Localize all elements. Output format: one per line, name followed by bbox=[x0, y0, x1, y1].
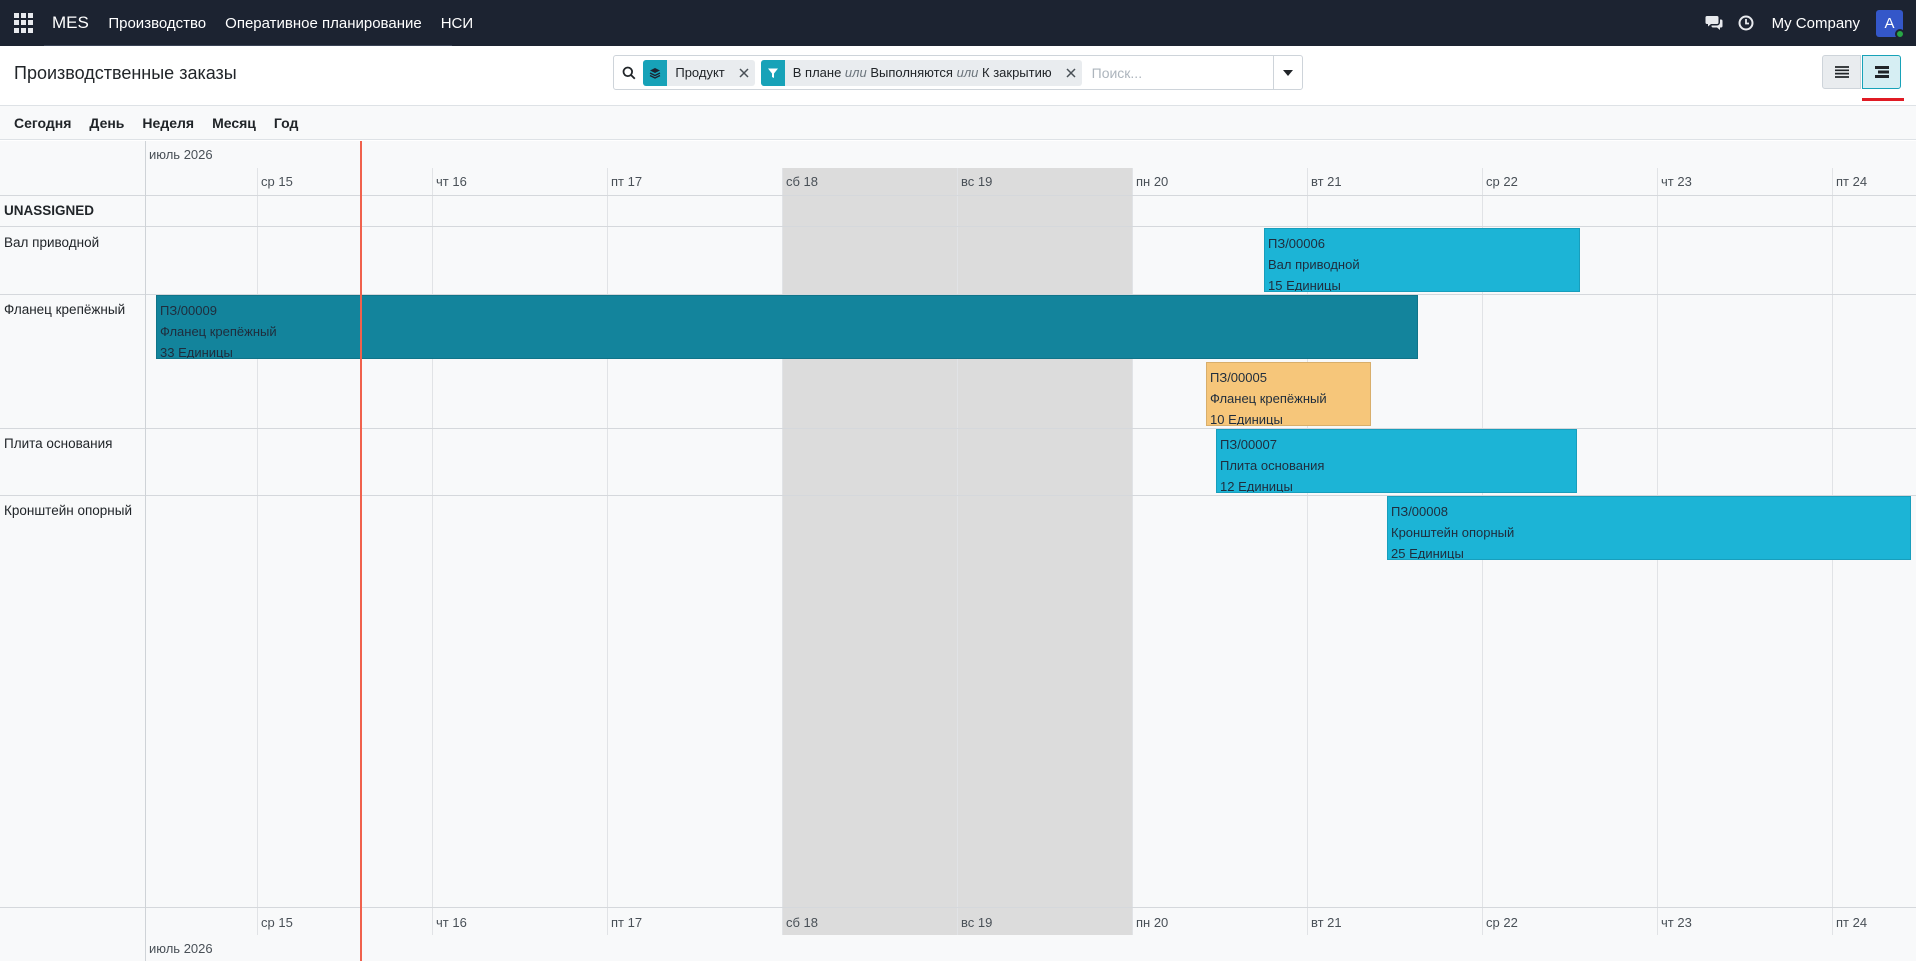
caret-down-icon bbox=[1282, 69, 1293, 76]
day-header: вт 21 bbox=[1311, 174, 1342, 189]
scale-year-button[interactable]: Год bbox=[265, 115, 308, 131]
day-footer: пн 20 bbox=[1136, 915, 1169, 930]
row-label-kronshteyn: Кронштейн опорный bbox=[4, 503, 132, 518]
row-gridline bbox=[0, 907, 1916, 908]
page-title: Производственные заказы bbox=[14, 63, 237, 83]
pill-qty: 33 Единицы bbox=[160, 345, 233, 359]
pill-ref: ПЗ/00006 bbox=[1268, 236, 1325, 251]
pill-ref: ПЗ/00005 bbox=[1210, 370, 1267, 385]
list-view-button[interactable] bbox=[1822, 55, 1861, 89]
menu-item-production[interactable]: Производство bbox=[99, 15, 216, 32]
main-menu: Производство Оперативное планирование НС… bbox=[99, 15, 483, 32]
pill-ref: ПЗ/00008 bbox=[1391, 504, 1448, 519]
day-footer: чт 23 bbox=[1661, 915, 1692, 930]
gantt-scale-bar: Сегодня День Неделя Месяц Год bbox=[0, 106, 1916, 140]
day-header: пт 17 bbox=[611, 174, 643, 189]
day-gridline bbox=[607, 168, 608, 935]
gantt-pill[interactable]: ПЗ/00009 Фланец крепёжный 33 Единицы bbox=[156, 295, 1418, 359]
gantt-pill[interactable]: ПЗ/00005 Фланец крепёжный 10 Единицы bbox=[1206, 362, 1371, 426]
today-marker-line bbox=[360, 141, 362, 961]
search-input[interactable] bbox=[1087, 57, 1273, 88]
day-footer: вс 19 bbox=[961, 915, 993, 930]
scale-today-button[interactable]: Сегодня bbox=[5, 115, 80, 131]
layers-icon bbox=[643, 59, 668, 86]
menu-item-master-data[interactable]: НСИ bbox=[431, 15, 482, 32]
day-header: сб 18 bbox=[786, 174, 819, 189]
month-label-top: июль 2026 bbox=[149, 147, 213, 162]
apps-menu-icon[interactable] bbox=[14, 13, 34, 33]
day-footer: ср 22 bbox=[1486, 915, 1518, 930]
facet-filter-status: В плане или Выполняются или К закрытию bbox=[760, 59, 1082, 86]
list-icon bbox=[1834, 66, 1849, 78]
row-label-unassigned: UNASSIGNED bbox=[4, 203, 95, 218]
online-status-icon bbox=[1895, 28, 1905, 39]
gantt-pill[interactable]: ПЗ/00006 Вал приводной 15 Единицы bbox=[1264, 228, 1580, 292]
day-footer: чт 16 bbox=[436, 915, 467, 930]
day-footer: пт 24 bbox=[1836, 915, 1868, 930]
row-gridline bbox=[0, 195, 1916, 196]
pill-ref: ПЗ/00007 bbox=[1220, 437, 1277, 452]
gantt-pill[interactable]: ПЗ/00007 Плита основания 12 Единицы bbox=[1216, 429, 1577, 493]
day-footer: сб 18 bbox=[786, 915, 819, 930]
row-gridline bbox=[0, 226, 1916, 227]
pill-ref: ПЗ/00009 bbox=[160, 303, 217, 318]
gantt-icon bbox=[1874, 66, 1889, 78]
menu-item-planning[interactable]: Оперативное планирование bbox=[216, 15, 432, 32]
close-icon[interactable] bbox=[1060, 60, 1082, 86]
day-gridline bbox=[432, 168, 433, 935]
day-header: чт 16 bbox=[436, 174, 467, 189]
day-header: ср 15 bbox=[261, 174, 293, 189]
month-label-bottom: июль 2026 bbox=[149, 941, 213, 956]
filter-icon bbox=[760, 59, 785, 86]
chat-icon[interactable] bbox=[1704, 13, 1724, 33]
user-avatar[interactable]: A bbox=[1876, 9, 1905, 39]
clock-icon[interactable] bbox=[1736, 13, 1756, 33]
day-footer: ср 15 bbox=[261, 915, 293, 930]
day-header: ср 22 bbox=[1486, 174, 1518, 189]
scale-week-button[interactable]: Неделя bbox=[133, 115, 203, 131]
gantt-pill[interactable]: ПЗ/00008 Кронштейн опорный 25 Единицы bbox=[1387, 496, 1911, 560]
day-footer: вт 21 bbox=[1311, 915, 1342, 930]
day-header: чт 23 bbox=[1661, 174, 1692, 189]
pill-product: Плита основания bbox=[1220, 458, 1325, 473]
day-header: пн 20 bbox=[1136, 174, 1169, 189]
pill-product: Фланец крепёжный bbox=[160, 324, 277, 339]
facet-label: В плане или Выполняются или К закрытию bbox=[792, 65, 1052, 80]
pill-product: Вал приводной bbox=[1268, 257, 1360, 272]
row-label-val-privodnoy: Вал приводной bbox=[4, 235, 100, 250]
day-gridline bbox=[957, 168, 958, 935]
avatar-letter: A bbox=[1884, 14, 1895, 32]
pill-product: Фланец крепёжный bbox=[1210, 391, 1327, 406]
scale-month-button[interactable]: Месяц bbox=[203, 115, 265, 131]
facet-label: Продукт bbox=[675, 65, 725, 80]
day-gridline bbox=[1132, 168, 1133, 935]
day-gridline bbox=[257, 168, 258, 935]
day-header: пт 24 bbox=[1836, 174, 1868, 189]
search-options-toggle[interactable] bbox=[1272, 56, 1302, 89]
close-icon[interactable] bbox=[733, 60, 755, 86]
day-header: вс 19 bbox=[961, 174, 993, 189]
pill-qty: 25 Единицы bbox=[1391, 546, 1464, 560]
facet-groupby-product: Продукт bbox=[643, 59, 755, 86]
company-switcher[interactable]: My Company bbox=[1772, 15, 1860, 32]
gantt-view-button[interactable] bbox=[1862, 55, 1901, 89]
row-label-flanets: Фланец крепёжный bbox=[4, 302, 126, 317]
day-gridline bbox=[782, 168, 783, 935]
app-brand[interactable]: MES bbox=[52, 13, 89, 33]
row-label-plita: Плита основания bbox=[4, 436, 113, 451]
day-footer: пт 17 bbox=[611, 915, 643, 930]
pill-product: Кронштейн опорный bbox=[1391, 525, 1515, 540]
search-icon[interactable] bbox=[614, 56, 643, 89]
pill-qty: 12 Единицы bbox=[1220, 479, 1293, 493]
control-panel: Производственные заказы Продукт В плане … bbox=[0, 46, 1916, 106]
pill-qty: 10 Единицы bbox=[1210, 412, 1283, 426]
row-gridline bbox=[0, 428, 1916, 429]
scale-day-button[interactable]: День bbox=[80, 115, 133, 131]
top-navbar: MES Производство Оперативное планировани… bbox=[0, 0, 1916, 46]
search-bar: Продукт В плане или Выполняются или К за… bbox=[613, 55, 1303, 90]
active-view-indicator bbox=[1862, 98, 1904, 101]
row-header-divider bbox=[145, 141, 146, 961]
pill-qty: 15 Единицы bbox=[1268, 278, 1341, 292]
